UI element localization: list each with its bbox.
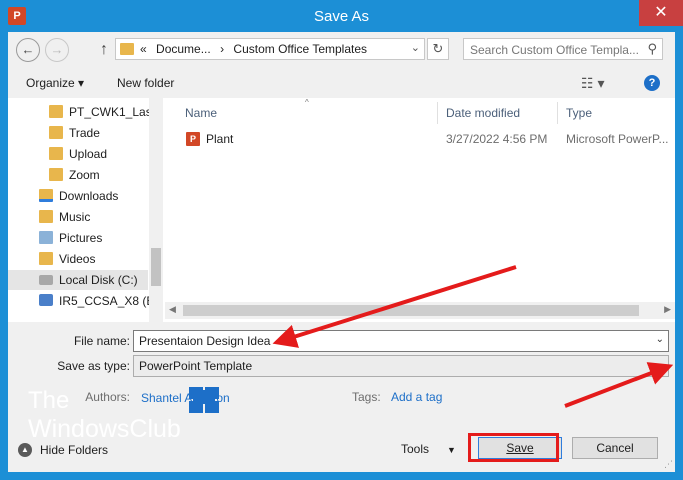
resize-grip-icon[interactable]: ⋰ bbox=[664, 459, 673, 470]
breadcrumb-documents[interactable]: Docume... bbox=[156, 42, 211, 56]
tags-input[interactable]: Add a tag bbox=[391, 390, 442, 404]
powerpoint-file-icon: P bbox=[186, 132, 200, 146]
close-button[interactable]: ✕ bbox=[639, 0, 683, 26]
save-button-highlight bbox=[468, 433, 559, 462]
breadcrumb: « Docume... › Custom Office Templates bbox=[140, 42, 373, 56]
column-header-date-modified[interactable]: Date modified bbox=[446, 106, 520, 120]
windows-logo-icon bbox=[189, 387, 219, 413]
organize-button[interactable]: Organize ▾ bbox=[26, 76, 84, 90]
command-toolbar: Organize ▾ New folder ☷ ▾ ? bbox=[8, 68, 675, 98]
nav-item-pictures[interactable]: Pictures bbox=[8, 228, 148, 248]
nav-item-network-drive[interactable]: IR5_CCSA_X8 (E:) bbox=[8, 291, 162, 311]
tools-label: Tools bbox=[401, 442, 430, 456]
horizontal-scrollbar[interactable]: ◀ ▶ bbox=[165, 302, 675, 319]
caret-down-icon: ▼ bbox=[447, 445, 456, 455]
breadcrumb-custom-office-templates[interactable]: Custom Office Templates bbox=[233, 42, 367, 56]
nav-item-label: Upload bbox=[69, 147, 108, 161]
network-drive-icon bbox=[39, 294, 53, 306]
navigation-pane: PT_CWK1_Lastμ Trade Upload Zoom Download… bbox=[8, 98, 163, 322]
column-header-name[interactable]: Name bbox=[185, 106, 217, 120]
breadcrumb-overflow[interactable]: « bbox=[140, 42, 147, 56]
nav-item-downloads[interactable]: Downloads bbox=[8, 186, 148, 206]
back-button[interactable]: ← bbox=[16, 38, 40, 62]
address-bar[interactable]: « Docume... › Custom Office Templates ⌄ bbox=[115, 38, 425, 60]
nav-item-videos[interactable]: Videos bbox=[8, 249, 148, 269]
tags-label: Tags: bbox=[352, 390, 381, 404]
scroll-left-icon[interactable]: ◀ bbox=[169, 304, 176, 315]
nav-item-pt-cwk1[interactable]: PT_CWK1_Lastμ bbox=[8, 102, 162, 122]
column-divider[interactable] bbox=[557, 102, 558, 124]
file-name: Plant bbox=[206, 132, 234, 146]
nav-item-label: IR5_CCSA_X8 (E:) bbox=[59, 294, 162, 308]
nav-pane-scrollbar[interactable] bbox=[149, 98, 163, 322]
folder-icon bbox=[49, 105, 63, 118]
tools-menu[interactable]: Tools ▼ bbox=[401, 442, 456, 456]
up-button[interactable]: ↑ bbox=[92, 38, 116, 62]
chevron-down-icon[interactable]: ⌄ bbox=[656, 359, 664, 370]
pictures-icon bbox=[39, 231, 53, 244]
watermark-line-2: WindowsClub bbox=[28, 415, 181, 443]
refresh-button[interactable]: ↻ bbox=[427, 38, 449, 60]
save-as-type-value: PowerPoint Template bbox=[139, 359, 253, 373]
music-icon bbox=[39, 210, 53, 223]
file-type: Microsoft PowerP... bbox=[566, 132, 669, 146]
column-header-type[interactable]: Type bbox=[566, 106, 592, 120]
folder-icon bbox=[49, 168, 63, 181]
downloads-icon bbox=[39, 189, 53, 202]
nav-item-label: Trade bbox=[69, 126, 100, 140]
watermark-text: The WindowsClub bbox=[28, 387, 181, 443]
videos-icon bbox=[39, 252, 53, 265]
scrollbar-thumb[interactable] bbox=[183, 305, 639, 316]
nav-item-zoom[interactable]: Zoom bbox=[8, 165, 148, 185]
chevron-up-icon: ▲ bbox=[18, 443, 32, 457]
search-input[interactable]: Search Custom Office Templa... ⚲ bbox=[463, 38, 663, 60]
sort-ascending-icon: ^ bbox=[305, 98, 309, 107]
nav-item-music[interactable]: Music bbox=[8, 207, 148, 227]
save-as-type-select[interactable]: PowerPoint Template ⌄ bbox=[133, 355, 669, 377]
new-folder-button[interactable]: New folder bbox=[117, 76, 174, 90]
folder-icon bbox=[49, 147, 63, 160]
folder-icon bbox=[120, 43, 134, 55]
disk-icon bbox=[39, 275, 53, 285]
view-options-icon[interactable]: ☷ ▾ bbox=[581, 75, 604, 92]
file-name-label: File name: bbox=[73, 334, 130, 348]
hide-folders-label: Hide Folders bbox=[40, 443, 109, 457]
nav-item-label: PT_CWK1_Lastμ bbox=[69, 105, 162, 119]
nav-item-label: Music bbox=[59, 210, 91, 224]
nav-item-local-disk[interactable]: Local Disk (C:) bbox=[8, 270, 148, 290]
save-as-type-label: Save as type: bbox=[57, 359, 130, 373]
search-placeholder: Search Custom Office Templa... bbox=[470, 43, 639, 57]
chevron-down-icon[interactable]: ⌄ bbox=[656, 334, 664, 345]
chevron-down-icon[interactable]: ⌄ bbox=[411, 41, 420, 54]
nav-item-label: Local Disk (C:) bbox=[59, 273, 138, 287]
forward-button[interactable]: → bbox=[45, 38, 69, 62]
search-icon[interactable]: ⚲ bbox=[647, 41, 657, 57]
title-bar: P Save As ✕ bbox=[0, 0, 683, 32]
help-icon[interactable]: ? bbox=[644, 75, 660, 91]
folder-icon bbox=[49, 126, 63, 139]
nav-item-label: Videos bbox=[59, 252, 96, 266]
nav-item-label: Pictures bbox=[59, 231, 103, 245]
window-title: Save As bbox=[313, 8, 370, 25]
column-divider[interactable] bbox=[437, 102, 438, 124]
file-name-value: Presentaion Design Idea bbox=[139, 334, 271, 348]
scroll-right-icon[interactable]: ▶ bbox=[664, 304, 671, 315]
nav-item-trade[interactable]: Trade bbox=[8, 123, 148, 143]
file-list: ^ Name Date modified Type P Plant 3/27/2… bbox=[165, 98, 675, 322]
file-name-input[interactable]: Presentaion Design Idea ⌄ bbox=[133, 330, 669, 352]
nav-item-upload[interactable]: Upload bbox=[8, 144, 148, 164]
nav-item-label: Downloads bbox=[59, 189, 119, 203]
cancel-button[interactable]: Cancel bbox=[572, 437, 658, 459]
file-date: 3/27/2022 4:56 PM bbox=[446, 132, 548, 146]
scrollbar-thumb[interactable] bbox=[151, 248, 161, 286]
watermark-line-1: The bbox=[28, 387, 70, 414]
navigation-bar: ← → ↑ « Docume... › Custom Office Templa… bbox=[8, 32, 675, 68]
table-row[interactable]: P Plant 3/27/2022 4:56 PM Microsoft Powe… bbox=[165, 128, 675, 150]
nav-item-label: Zoom bbox=[69, 168, 100, 182]
breadcrumb-separator[interactable]: › bbox=[220, 42, 224, 56]
